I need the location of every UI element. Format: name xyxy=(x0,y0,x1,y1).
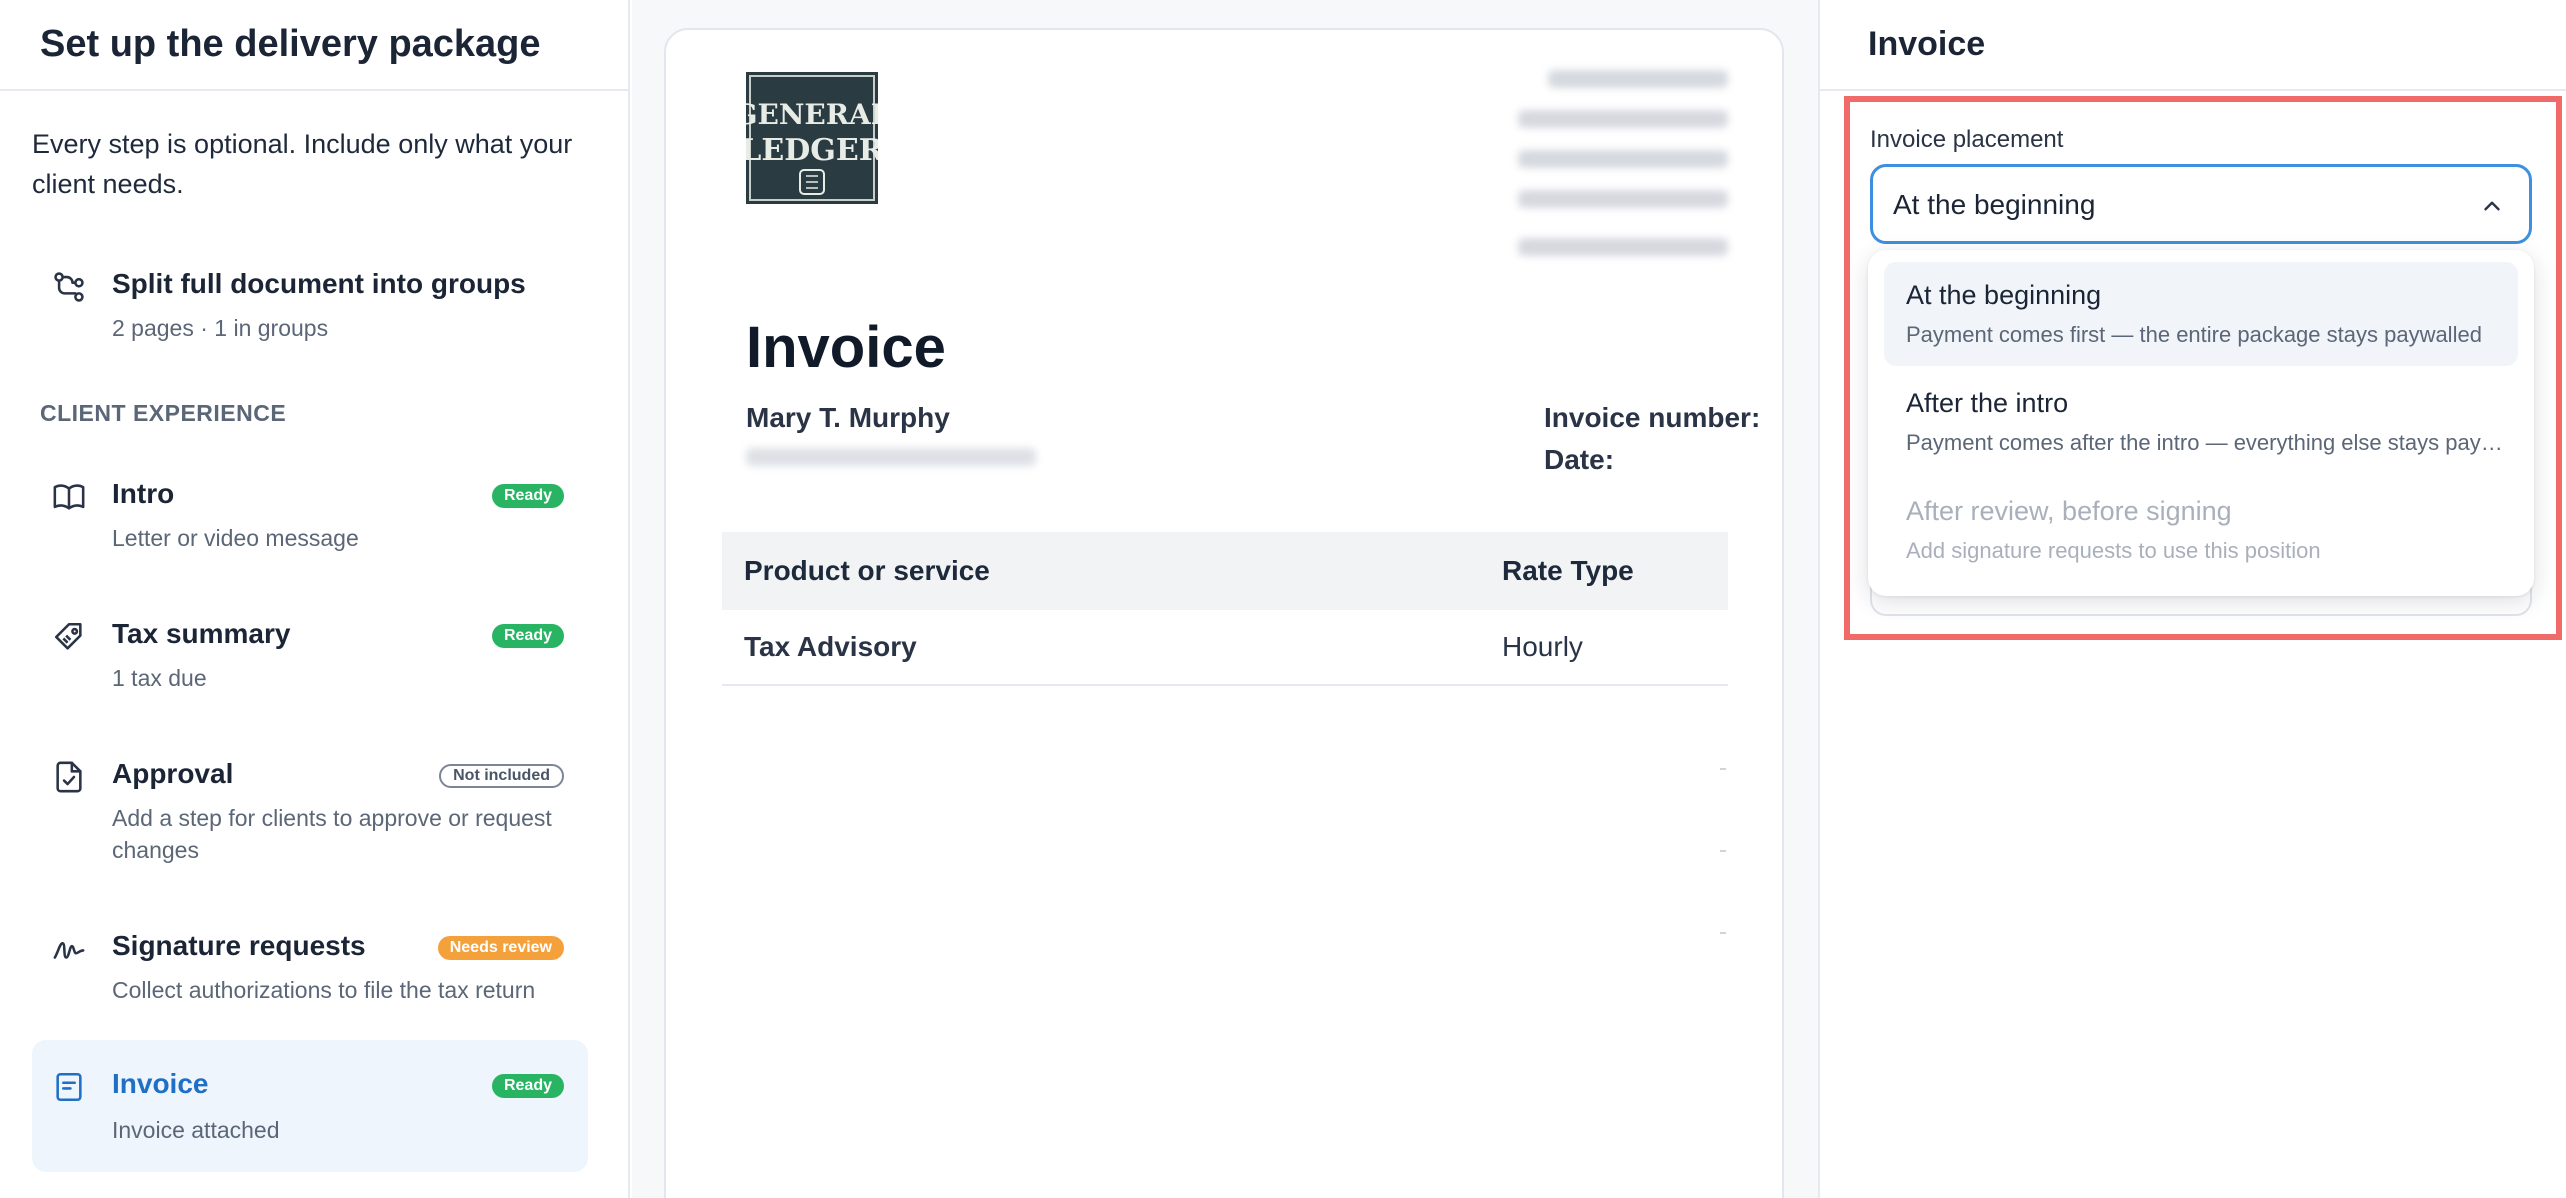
step-name: Intro xyxy=(112,478,175,509)
logo-line-1: GENERAL xyxy=(746,98,878,131)
invoice-document: GENERAL LEDGER Invoice Mary T. Murphy In… xyxy=(664,28,1784,1198)
status-badge: Ready xyxy=(491,1074,564,1098)
table-cell: Hourly xyxy=(1502,631,1583,662)
table-row: Tax Advisory Hourly xyxy=(722,610,1728,686)
invoice-title: Invoice xyxy=(746,315,946,380)
invoice-number-label: Invoice number: xyxy=(1544,402,1761,433)
step-subtitle: 1 tax due xyxy=(112,665,207,691)
split-icon xyxy=(52,270,86,304)
table-cell: Tax Advisory xyxy=(744,631,917,662)
status-badge: Ready xyxy=(491,624,564,648)
step-name: Tax summary xyxy=(112,618,291,649)
section-label-client-experience: CLIENT EXPERIENCE xyxy=(40,400,287,426)
customer-email-redacted xyxy=(746,448,1036,466)
status-badge: Ready xyxy=(491,484,564,508)
step-subtitle: Invoice attached xyxy=(112,1117,280,1143)
step-name: Split full document into groups xyxy=(112,268,526,299)
logo-line-2: LEDGER xyxy=(746,133,878,168)
step-name: Signature requests xyxy=(112,930,366,961)
invoice-icon xyxy=(52,1070,86,1104)
signature-icon xyxy=(52,932,86,966)
tag-icon xyxy=(52,620,86,654)
table-header: Product or service Rate Type xyxy=(722,532,1728,610)
status-badge: Needs review xyxy=(437,936,564,960)
company-logo: GENERAL LEDGER xyxy=(746,72,878,204)
step-approval[interactable]: Approval Not included Add a step for cli… xyxy=(32,740,588,880)
step-subtitle: Add a step for clients to approve or req… xyxy=(112,805,552,863)
page-title: Set up the delivery package xyxy=(40,23,541,65)
status-badge: Not included xyxy=(439,764,564,788)
invoice-settings-panel: Invoice Invoice placement At the beginni… xyxy=(1818,0,2566,1198)
customer-name: Mary T. Murphy xyxy=(746,402,950,433)
step-split-document[interactable]: Split full document into groups 2 pages … xyxy=(32,250,588,360)
step-name: Invoice xyxy=(112,1068,209,1099)
step-invoice[interactable]: Invoice Ready Invoice attached xyxy=(32,1040,588,1172)
step-subtitle: Letter or video message xyxy=(112,525,359,551)
column-header: Rate Type xyxy=(1502,555,1634,586)
step-signature-requests[interactable]: Signature requests Needs review Collect … xyxy=(32,912,588,1022)
invoice-date-label: Date: xyxy=(1544,444,1615,475)
setup-sidebar: Set up the delivery package Every step i… xyxy=(0,0,630,1198)
panel-title: Invoice xyxy=(1868,25,1986,63)
step-name: Approval xyxy=(112,758,234,789)
divider-tick xyxy=(1720,932,1726,934)
sidebar-header: Set up the delivery package xyxy=(0,0,628,91)
panel-header: Invoice xyxy=(1820,0,2566,91)
approval-doc-icon xyxy=(52,760,86,794)
book-icon xyxy=(52,480,86,514)
sidebar-intro: Every step is optional. Include only wha… xyxy=(32,129,573,199)
step-tax-summary[interactable]: Tax summary Ready 1 tax due xyxy=(32,600,588,710)
invoice-preview-area: GENERAL LEDGER Invoice Mary T. Murphy In… xyxy=(632,0,1818,1198)
step-intro[interactable]: Intro Ready Letter or video message xyxy=(32,460,588,570)
divider-tick xyxy=(1720,850,1726,852)
step-subtitle: Collect authorizations to file the tax r… xyxy=(112,977,536,1003)
company-address-redacted xyxy=(1478,70,1728,278)
step-subtitle: 2 pages · 1 in groups xyxy=(112,315,329,341)
column-header: Product or service xyxy=(744,555,990,586)
line-items-table: Product or service Rate Type Tax Advisor… xyxy=(722,532,1728,686)
divider-tick xyxy=(1720,768,1726,770)
focus-highlight-box xyxy=(1844,96,2562,640)
